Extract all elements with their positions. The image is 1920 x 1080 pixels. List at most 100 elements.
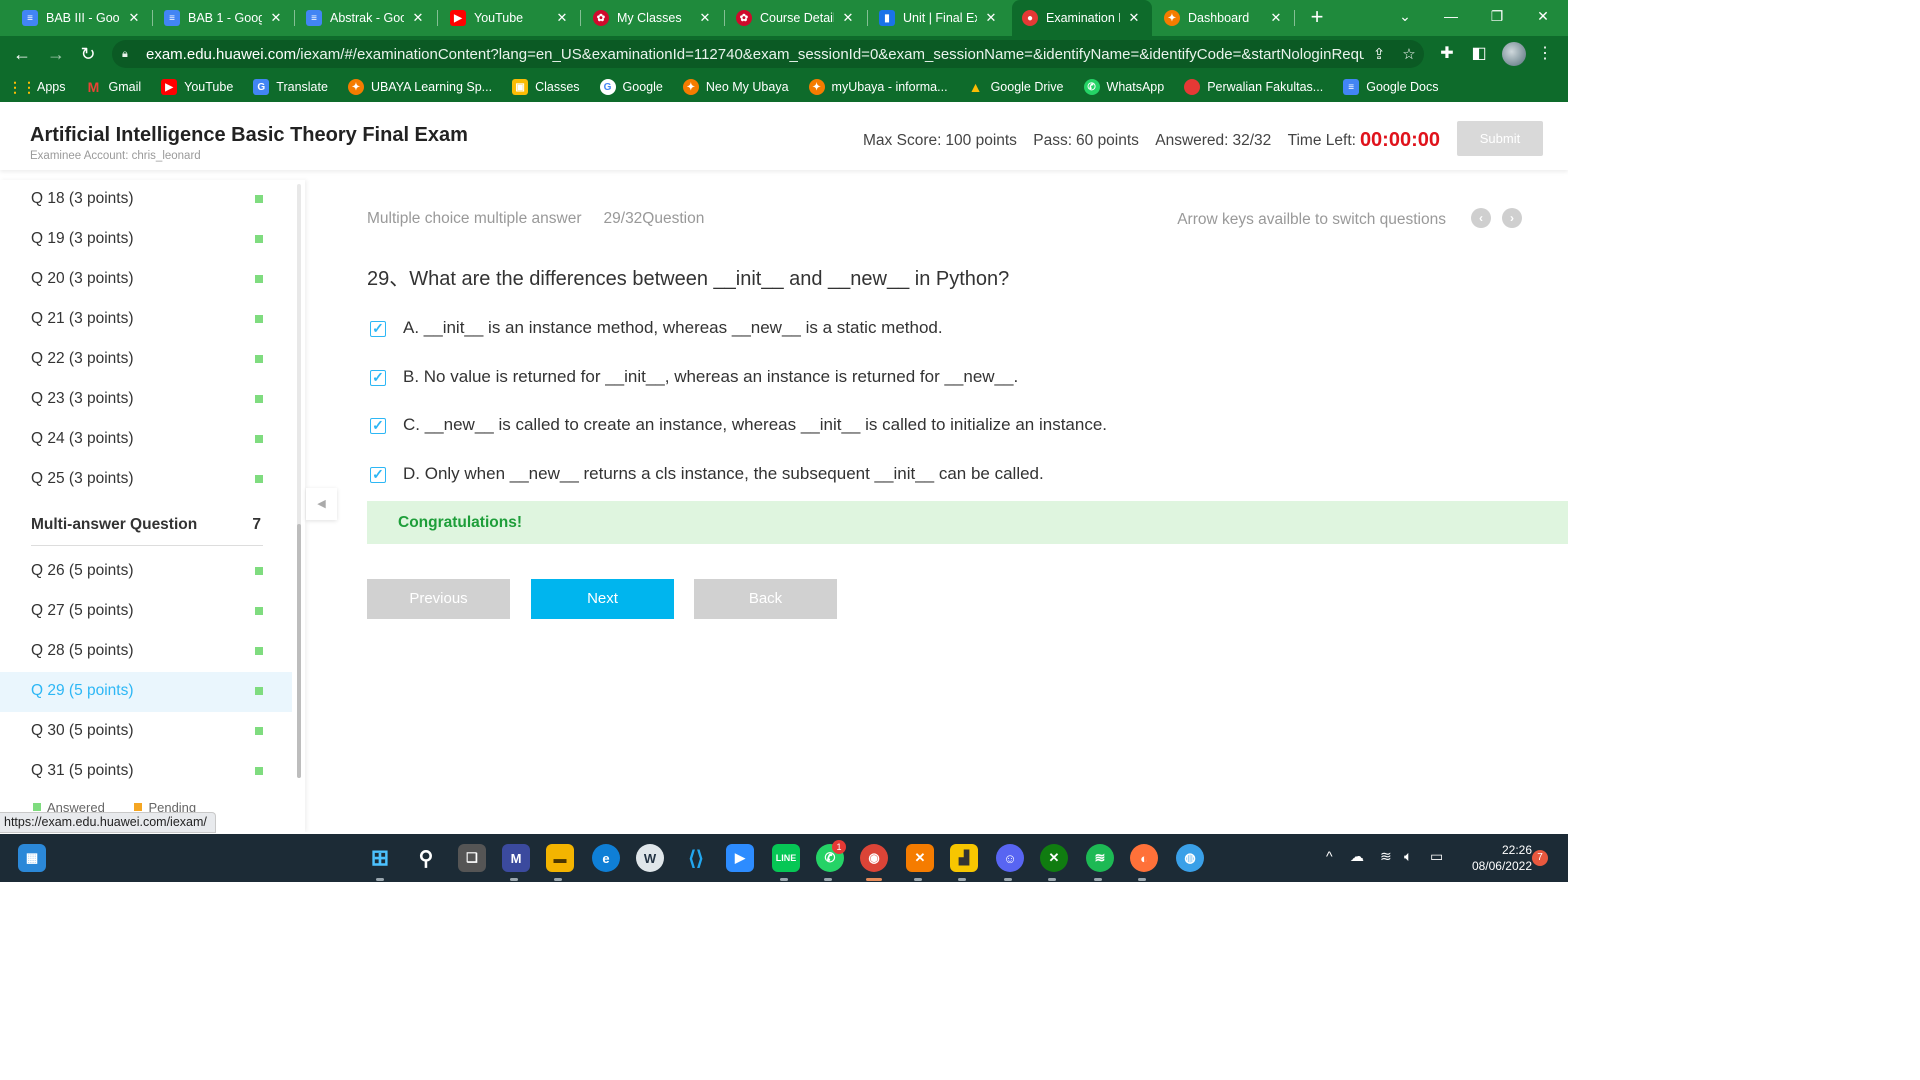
minimize-icon[interactable]: — — [1428, 0, 1474, 32]
checkbox-checked-icon[interactable]: ✓ — [370, 321, 386, 337]
close-icon[interactable]: ✕ — [126, 10, 142, 26]
tab-bab-iii[interactable]: ≡ BAB III - Goog ✕ — [12, 0, 152, 36]
tab-youtube[interactable]: ▶ YouTube ✕ — [440, 0, 580, 36]
close-icon[interactable]: ✕ — [840, 10, 856, 26]
chrome-icon[interactable]: ◉ — [860, 844, 888, 872]
side-panel-icon[interactable]: ◧ — [1464, 40, 1494, 68]
profile-avatar[interactable] — [1502, 42, 1526, 66]
close-icon[interactable]: ✕ — [1126, 10, 1142, 26]
bookmark-translate[interactable]: G Translate — [253, 79, 328, 95]
onedrive-cloud-icon[interactable]: ☁ — [1350, 848, 1364, 865]
line-icon[interactable]: LINE — [772, 844, 800, 872]
close-icon[interactable]: ✕ — [983, 10, 999, 26]
checkbox-checked-icon[interactable]: ✓ — [370, 418, 386, 434]
next-button[interactable]: Next — [531, 579, 674, 619]
system-clock[interactable]: 22:26 08/06/2022 — [1452, 842, 1532, 874]
question-item-q22[interactable]: Q 22 (3 points) — [0, 340, 292, 380]
restore-icon[interactable]: ❐ — [1474, 0, 1520, 32]
edge-icon[interactable]: e — [592, 844, 620, 872]
bookmark-neo-my-ubaya[interactable]: ✦ Neo My Ubaya — [682, 79, 789, 95]
bookmark-apps[interactable]: ⋮⋮ Apps — [8, 79, 66, 95]
tab-search-icon[interactable]: ⌄ — [1382, 0, 1428, 32]
checkbox-checked-icon[interactable]: ✓ — [370, 467, 386, 483]
tab-dashboard[interactable]: ✦ Dashboard ✕ — [1154, 0, 1294, 36]
question-item-q23[interactable]: Q 23 (3 points) — [0, 380, 292, 420]
question-item-q21[interactable]: Q 21 (3 points) — [0, 300, 292, 340]
question-item-q28[interactable]: Q 28 (5 points) — [0, 632, 292, 672]
question-item-q26[interactable]: Q 26 (5 points) — [0, 552, 292, 592]
tab-abstrak[interactable]: ≡ Abstrak - Goo ✕ — [296, 0, 436, 36]
search-icon[interactable]: ⚲ — [412, 844, 440, 872]
close-icon[interactable]: ✕ — [410, 10, 426, 26]
file-explorer-icon[interactable]: ▬ — [546, 844, 574, 872]
window-close-icon[interactable]: ✕ — [1520, 0, 1566, 32]
close-icon[interactable]: ✕ — [268, 10, 284, 26]
monitor-app-icon[interactable]: M — [502, 844, 530, 872]
tab-examination[interactable]: ● Examination F ✕ — [1012, 0, 1152, 36]
sidebar-scrollbar[interactable] — [297, 184, 301, 778]
windows-start-icon[interactable]: ⊞ — [366, 844, 394, 872]
widgets-icon[interactable]: ▦ — [18, 844, 46, 872]
bookmark-whatsapp[interactable]: ✆ WhatsApp — [1083, 79, 1164, 95]
question-item-q29[interactable]: Q 29 (5 points) — [0, 672, 292, 712]
bookmark-youtube[interactable]: ▶ YouTube — [161, 79, 233, 95]
bookmark-ubaya-learning[interactable]: ✦ UBAYA Learning Sp... — [347, 79, 492, 95]
close-icon[interactable]: ✕ — [1268, 10, 1284, 26]
section-header-multi-answer[interactable]: Multi-answer Question 7 — [31, 516, 263, 546]
vscode-icon[interactable]: ⟨⟩ — [682, 844, 710, 872]
forward-arrow-icon[interactable]: → — [42, 40, 70, 68]
firefox-icon[interactable]: ◐ — [1130, 844, 1158, 872]
close-icon[interactable]: ✕ — [554, 10, 570, 26]
extensions-puzzle-icon[interactable]: ✚ — [1432, 40, 1462, 68]
prev-question-chevron-icon[interactable]: ‹ — [1471, 208, 1491, 228]
app-w-icon[interactable]: W — [636, 844, 664, 872]
bookmark-google-docs[interactable]: ≡ Google Docs — [1343, 79, 1438, 95]
share-icon[interactable]: ⇪ — [1364, 45, 1394, 63]
question-item-q19[interactable]: Q 19 (3 points) — [0, 220, 292, 260]
address-bar[interactable]: 🔒︎ exam.edu.huawei.com/iexam/#/examinati… — [112, 40, 1424, 68]
previous-button[interactable]: Previous — [367, 579, 510, 619]
zoom-icon[interactable]: ▶ — [726, 844, 754, 872]
bookmark-star-icon[interactable]: ☆ — [1394, 45, 1424, 63]
question-item-q25[interactable]: Q 25 (3 points) — [0, 460, 292, 500]
xampp-icon[interactable]: ✕ — [906, 844, 934, 872]
tab-my-classes[interactable]: ✿ My Classes ✕ — [583, 0, 723, 36]
close-icon[interactable]: ✕ — [697, 10, 713, 26]
bookmark-myubaya[interactable]: ✦ myUbaya - informa... — [808, 79, 948, 95]
tab-unit-final-exam[interactable]: ▮ Unit | Final Exa ✕ — [869, 0, 1009, 36]
reload-icon[interactable]: ↻ — [74, 40, 102, 68]
task-view-icon[interactable]: ❏ — [458, 844, 486, 872]
question-item-q20[interactable]: Q 20 (3 points) — [0, 260, 292, 300]
battery-icon[interactable]: ▭ — [1430, 848, 1443, 865]
sticky-notes-icon[interactable]: ▟ — [950, 844, 978, 872]
question-item-q24[interactable]: Q 24 (3 points) — [0, 420, 292, 460]
back-arrow-icon[interactable]: ← — [8, 40, 36, 68]
next-question-chevron-icon[interactable]: › — [1502, 208, 1522, 228]
checkbox-checked-icon[interactable]: ✓ — [370, 370, 386, 386]
bookmark-google-drive[interactable]: ▲ Google Drive — [968, 79, 1064, 95]
bookmark-classes[interactable]: ▣ Classes — [512, 79, 580, 95]
discord-icon[interactable]: ☺ — [996, 844, 1024, 872]
xbox-icon[interactable]: ✕ — [1040, 844, 1068, 872]
collapse-sidebar-button[interactable]: ◀ — [306, 488, 337, 520]
chevron-up-icon[interactable]: ^ — [1326, 848, 1333, 864]
bookmark-gmail[interactable]: M Gmail — [86, 79, 142, 95]
volume-icon[interactable]: 🔈︎ — [1404, 848, 1412, 865]
app-globe-icon[interactable]: ◍ — [1176, 844, 1204, 872]
question-item-q18[interactable]: Q 18 (3 points) — [0, 180, 292, 220]
question-item-q30[interactable]: Q 30 (5 points) — [0, 712, 292, 752]
bookmark-google[interactable]: G Google — [599, 79, 663, 95]
tab-bab-1[interactable]: ≡ BAB 1 - Googl ✕ — [154, 0, 294, 36]
answered-status-dot — [255, 607, 263, 615]
back-button[interactable]: Back — [694, 579, 837, 619]
wifi-icon[interactable]: ≋ — [1380, 848, 1392, 865]
bookmark-perwalian[interactable]: Perwalian Fakultas... — [1184, 79, 1323, 95]
new-tab-button[interactable]: + — [1304, 5, 1330, 31]
question-item-q27[interactable]: Q 27 (5 points) — [0, 592, 292, 632]
menu-kebab-icon[interactable]: ⋮ — [1530, 40, 1560, 68]
spotify-icon[interactable]: ≋ — [1086, 844, 1114, 872]
question-item-q31[interactable]: Q 31 (5 points) — [0, 752, 292, 792]
scrollbar-thumb[interactable] — [297, 524, 301, 778]
notification-badge[interactable]: 7 — [1532, 850, 1548, 866]
tab-course-details[interactable]: ✿ Course Details ✕ — [726, 0, 866, 36]
